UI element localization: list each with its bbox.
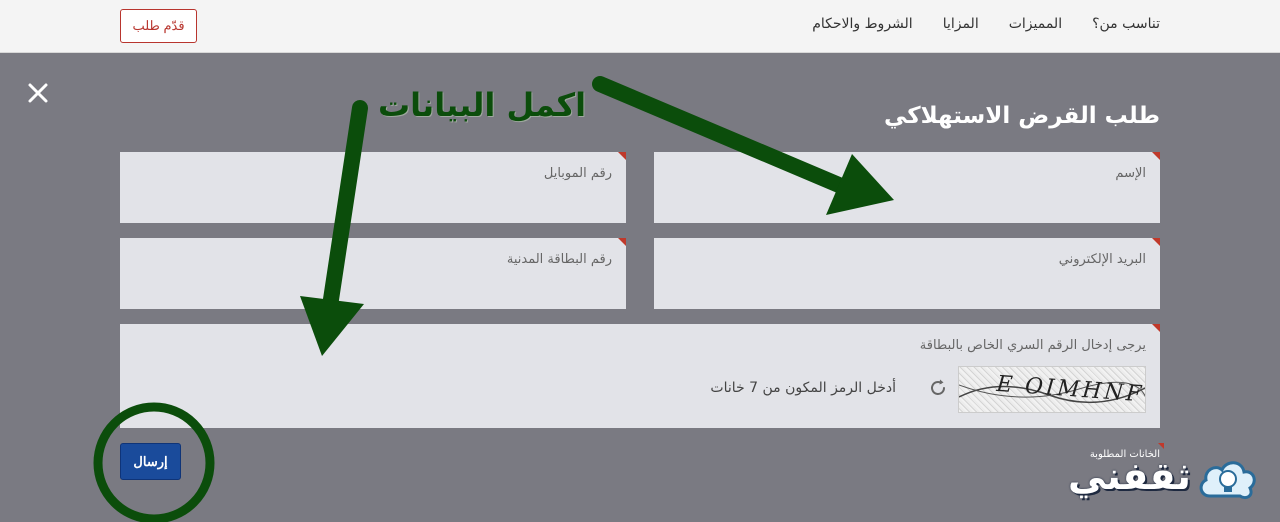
nav-links: تناسب من؟ المميزات المزايا الشروط والاحك…: [812, 16, 1160, 32]
annotation-label: اكمل البيانات: [378, 86, 587, 124]
top-navbar: تناسب من؟ المميزات المزايا الشروط والاحك…: [0, 0, 1280, 53]
form-title: طلب القرض الاستهلاكي: [883, 103, 1160, 129]
mobile-input[interactable]: [120, 152, 626, 223]
brand-name: ثقفني: [1068, 454, 1191, 498]
captcha-input-placeholder[interactable]: أدخل الرمز المكون من 7 خانات: [710, 380, 896, 396]
captcha-section: يرجى إدخال الرقم السري الخاص بالبطاقة E …: [120, 324, 1160, 428]
captcha-instruction: يرجى إدخال الرقم السري الخاص بالبطاقة: [919, 338, 1146, 353]
email-field[interactable]: البريد الإلكتروني: [654, 238, 1160, 309]
civil-id-field[interactable]: رقم البطاقة المدنية: [120, 238, 626, 309]
nav-link-benefits[interactable]: المزايا: [943, 16, 979, 32]
nav-link-features[interactable]: المميزات: [1009, 16, 1062, 32]
email-input[interactable]: [654, 238, 1160, 309]
brand-logo: ثقفني: [1068, 446, 1268, 516]
nav-link-terms[interactable]: الشروط والاحكام: [812, 16, 912, 32]
nav-link-who-fits[interactable]: تناسب من؟: [1092, 16, 1160, 32]
apply-button[interactable]: قدّم طلب: [120, 9, 197, 43]
submit-button[interactable]: إرسال: [120, 443, 181, 480]
lightbulb-cloud-icon: [1199, 461, 1256, 500]
name-input[interactable]: [654, 152, 1160, 223]
close-icon[interactable]: [27, 82, 49, 104]
civil-id-input[interactable]: [120, 238, 626, 309]
name-field[interactable]: الإسم: [654, 152, 1160, 223]
captcha-image: E OIMHNF: [958, 366, 1146, 413]
mobile-field[interactable]: رقم الموبايل: [120, 152, 626, 223]
refresh-captcha-icon[interactable]: [928, 378, 948, 398]
